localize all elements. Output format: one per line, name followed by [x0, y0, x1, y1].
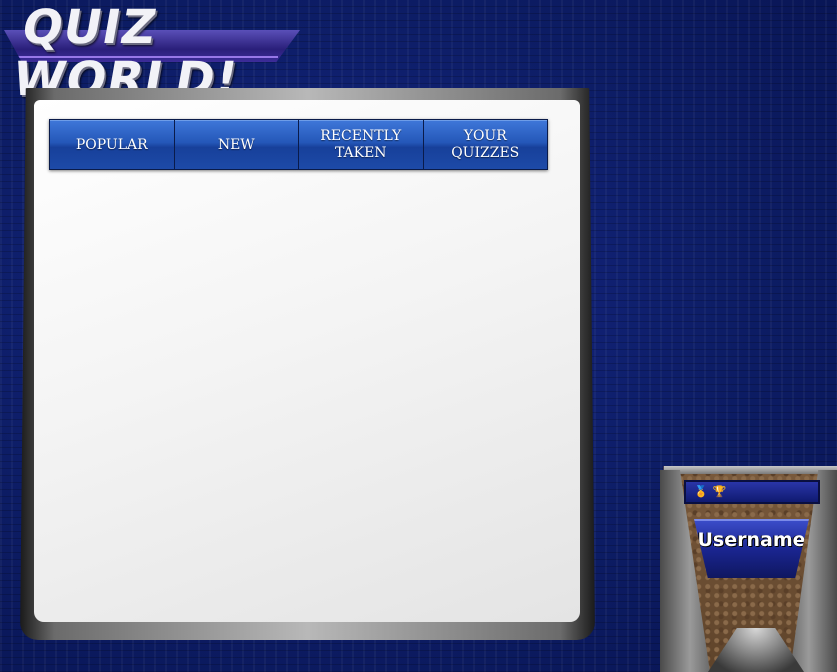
tab-popular[interactable]: POPULAR	[50, 120, 174, 169]
tab-your-quizzes[interactable]: YOUR QUIZZES	[423, 120, 547, 169]
app-logo[interactable]: QUIZ WORLD!	[0, 0, 305, 107]
username-plate[interactable]: Username	[694, 519, 809, 578]
tab-recently-taken[interactable]: RECENTLY TAKEN	[299, 120, 423, 169]
username-label: Username	[697, 529, 806, 551]
tab-new[interactable]: NEW	[174, 120, 298, 169]
content-panel	[34, 100, 580, 622]
medal-icon: 🏅	[694, 485, 708, 498]
quiz-tabs: POPULAR NEW RECENTLY TAKEN YOUR QUIZZES	[49, 119, 548, 170]
user-stats-bar: 🏅 🏆	[684, 480, 820, 504]
user-card-top-trim	[664, 466, 837, 474]
trophy-icon: 🏆	[712, 485, 727, 498]
